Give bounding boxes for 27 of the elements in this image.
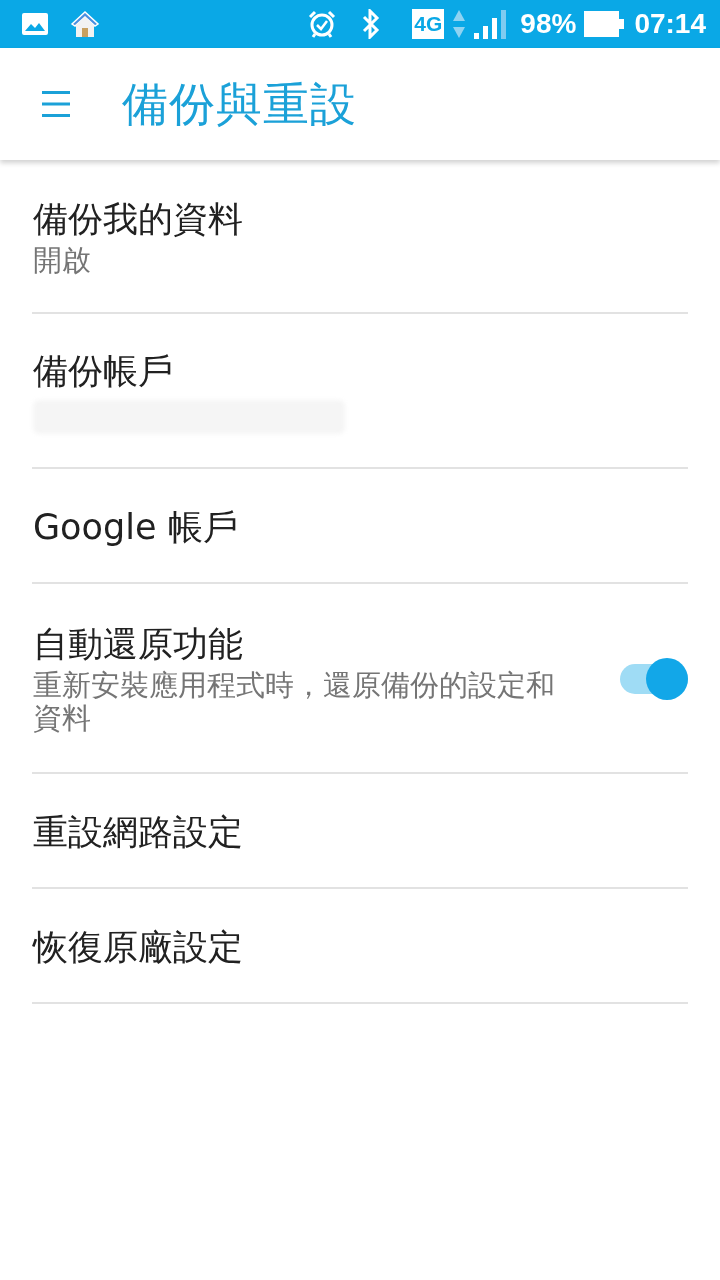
- setting-summary: 開啟: [33, 243, 91, 277]
- settings-item[interactable]: 自動還原功能 重新安裝應用程式時，還原備份的設定和資料: [32, 584, 688, 774]
- settings-item[interactable]: 備份我的資料 開啟: [32, 160, 688, 314]
- battery-icon: [584, 11, 625, 37]
- setting-title: 自動還原功能: [33, 623, 243, 665]
- setting-title: 備份帳戶: [33, 349, 173, 392]
- setting-title: 重設網路設定: [33, 810, 243, 853]
- setting-title: 恢復原廠設定: [33, 925, 243, 968]
- data-activity-arrows-icon: [452, 9, 467, 39]
- settings-item[interactable]: 恢復原廠設定: [32, 889, 688, 1004]
- image-icon: [22, 13, 48, 35]
- toggle-switch[interactable]: [620, 658, 688, 700]
- settings-item[interactable]: 重設網路設定: [32, 774, 688, 889]
- status-time: 07:14: [634, 8, 706, 40]
- home-icon: [70, 10, 100, 38]
- menu-icon[interactable]: [42, 90, 70, 118]
- setting-title: Google 帳戶: [33, 505, 238, 548]
- signal-strength-icon: [474, 9, 509, 39]
- alarm-clock-icon: [308, 10, 337, 38]
- setting-title: 備份我的資料: [33, 197, 243, 240]
- network-type-badge: 4G: [412, 9, 445, 39]
- bluetooth-icon: [362, 9, 381, 39]
- settings-item[interactable]: Google 帳戶: [32, 469, 688, 584]
- screen-title: 備份與重設: [122, 76, 357, 133]
- settings-item[interactable]: 備份帳戶: [32, 314, 688, 469]
- setting-summary: 重新安裝應用程式時，還原備份的設定和資料: [33, 669, 556, 735]
- battery-percentage: 98%: [520, 8, 577, 40]
